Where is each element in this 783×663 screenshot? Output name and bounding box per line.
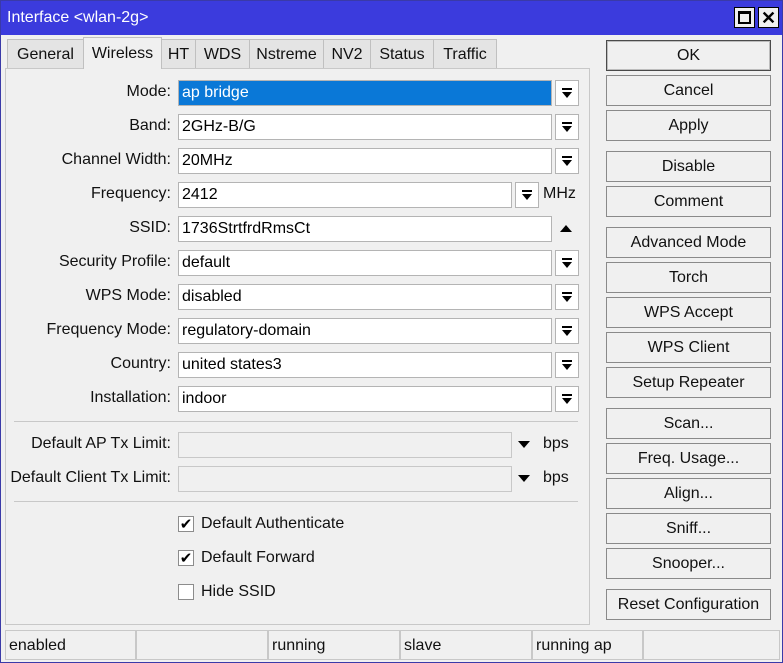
- sniff-button[interactable]: Sniff...: [606, 513, 771, 544]
- disable-button[interactable]: Disable: [606, 151, 771, 182]
- title-bar[interactable]: Interface <wlan-2g> ✕: [1, 1, 782, 35]
- default-ap-tx-limit-unit: bps: [543, 435, 569, 452]
- installation-field[interactable]: indoor: [178, 386, 552, 412]
- scan-button[interactable]: Scan...: [606, 408, 771, 439]
- default-forward-checkbox[interactable]: ✔: [178, 550, 194, 566]
- close-button[interactable]: ✕: [758, 7, 779, 28]
- tab-wds[interactable]: WDS: [195, 39, 250, 69]
- setup-repeater-button[interactable]: Setup Repeater: [606, 367, 771, 398]
- frequency-field[interactable]: 2412: [178, 182, 512, 208]
- frequency-mode-label: Frequency Mode:: [46, 321, 171, 338]
- country-dropdown-button[interactable]: [555, 352, 579, 378]
- default-client-tx-limit-label: Default Client Tx Limit:: [10, 469, 171, 486]
- default-authenticate-label: Default Authenticate: [201, 515, 345, 532]
- default-client-tx-limit-field[interactable]: [178, 466, 512, 492]
- wps-accept-button[interactable]: WPS Accept: [606, 297, 771, 328]
- interface-window: Interface <wlan-2g> ✕ General Wireless H…: [0, 0, 783, 663]
- default-ap-tx-limit-expand-icon[interactable]: [518, 441, 530, 448]
- status-slave: slave: [400, 630, 532, 660]
- status-cell-empty: [643, 630, 780, 660]
- snooper-button[interactable]: Snooper...: [606, 548, 771, 579]
- maximize-button[interactable]: [734, 7, 755, 28]
- status-running: running: [268, 630, 400, 660]
- band-label: Band:: [129, 117, 171, 134]
- channel-width-field[interactable]: 20MHz: [178, 148, 552, 174]
- dropdown-arrow-icon: [521, 189, 533, 201]
- default-client-tx-limit-unit: bps: [543, 469, 569, 486]
- country-label: Country:: [110, 355, 171, 372]
- default-ap-tx-limit-field[interactable]: [178, 432, 512, 458]
- hide-ssid-label: Hide SSID: [201, 583, 276, 600]
- tab-nv2[interactable]: NV2: [323, 39, 371, 69]
- wps-mode-dropdown-button[interactable]: [555, 284, 579, 310]
- separator: [14, 501, 578, 502]
- mode-label: Mode:: [126, 83, 171, 100]
- frequency-mode-dropdown-button[interactable]: [555, 318, 579, 344]
- channel-width-dropdown-button[interactable]: [555, 148, 579, 174]
- frequency-unit: MHz: [543, 185, 576, 202]
- tab-traffic[interactable]: Traffic: [433, 39, 497, 69]
- cancel-button[interactable]: Cancel: [606, 75, 771, 106]
- band-dropdown-button[interactable]: [555, 114, 579, 140]
- close-icon: ✕: [760, 7, 777, 28]
- comment-button[interactable]: Comment: [606, 186, 771, 217]
- tab-wireless[interactable]: Wireless: [83, 37, 162, 69]
- default-forward-label: Default Forward: [201, 549, 315, 566]
- status-cell-empty: [136, 630, 268, 660]
- reset-configuration-button[interactable]: Reset Configuration: [606, 589, 771, 620]
- channel-width-label: Channel Width:: [61, 151, 171, 168]
- dropdown-arrow-icon: [561, 325, 573, 337]
- installation-dropdown-button[interactable]: [555, 386, 579, 412]
- wps-mode-label: WPS Mode:: [85, 287, 171, 304]
- installation-label: Installation:: [90, 389, 171, 406]
- status-running-ap: running ap: [532, 630, 643, 660]
- band-field[interactable]: 2GHz-B/G: [178, 114, 552, 140]
- ssid-collapse-icon[interactable]: [560, 225, 572, 232]
- separator: [14, 421, 578, 422]
- ok-button[interactable]: OK: [606, 40, 771, 71]
- ssid-field[interactable]: 1736StrtfrdRmsCt: [178, 216, 552, 242]
- apply-button[interactable]: Apply: [606, 110, 771, 141]
- default-authenticate-checkbox[interactable]: ✔: [178, 516, 194, 532]
- frequency-label: Frequency:: [90, 185, 171, 202]
- status-enabled: enabled: [5, 630, 136, 660]
- frequency-dropdown-button[interactable]: [515, 182, 539, 208]
- dropdown-arrow-icon: [561, 257, 573, 269]
- window-title: Interface <wlan-2g>: [7, 9, 149, 26]
- tab-status[interactable]: Status: [370, 39, 434, 69]
- dropdown-arrow-icon: [561, 155, 573, 167]
- mode-dropdown-button[interactable]: [555, 80, 579, 106]
- tab-ht[interactable]: HT: [161, 39, 196, 69]
- ssid-label: SSID:: [129, 219, 171, 236]
- dropdown-arrow-icon: [561, 87, 573, 99]
- align-button[interactable]: Align...: [606, 478, 771, 509]
- default-ap-tx-limit-label: Default AP Tx Limit:: [31, 435, 171, 452]
- torch-button[interactable]: Torch: [606, 262, 771, 293]
- tab-general[interactable]: General: [7, 39, 84, 69]
- wps-mode-field[interactable]: disabled: [178, 284, 552, 310]
- security-profile-dropdown-button[interactable]: [555, 250, 579, 276]
- tab-nstreme[interactable]: Nstreme: [249, 39, 324, 69]
- security-profile-label: Security Profile:: [58, 253, 171, 270]
- security-profile-field[interactable]: default: [178, 250, 552, 276]
- wps-client-button[interactable]: WPS Client: [606, 332, 771, 363]
- country-field[interactable]: united states3: [178, 352, 552, 378]
- freq-usage-button[interactable]: Freq. Usage...: [606, 443, 771, 474]
- mode-field[interactable]: ap bridge: [178, 80, 552, 106]
- advanced-mode-button[interactable]: Advanced Mode: [606, 227, 771, 258]
- frequency-mode-field[interactable]: regulatory-domain: [178, 318, 552, 344]
- maximize-icon: [738, 11, 751, 24]
- hide-ssid-checkbox[interactable]: [178, 584, 194, 600]
- status-bar: enabled running slave running ap: [5, 630, 781, 660]
- dropdown-arrow-icon: [561, 393, 573, 405]
- dropdown-arrow-icon: [561, 359, 573, 371]
- default-client-tx-limit-expand-icon[interactable]: [518, 475, 530, 482]
- dropdown-arrow-icon: [561, 291, 573, 303]
- dropdown-arrow-icon: [561, 121, 573, 133]
